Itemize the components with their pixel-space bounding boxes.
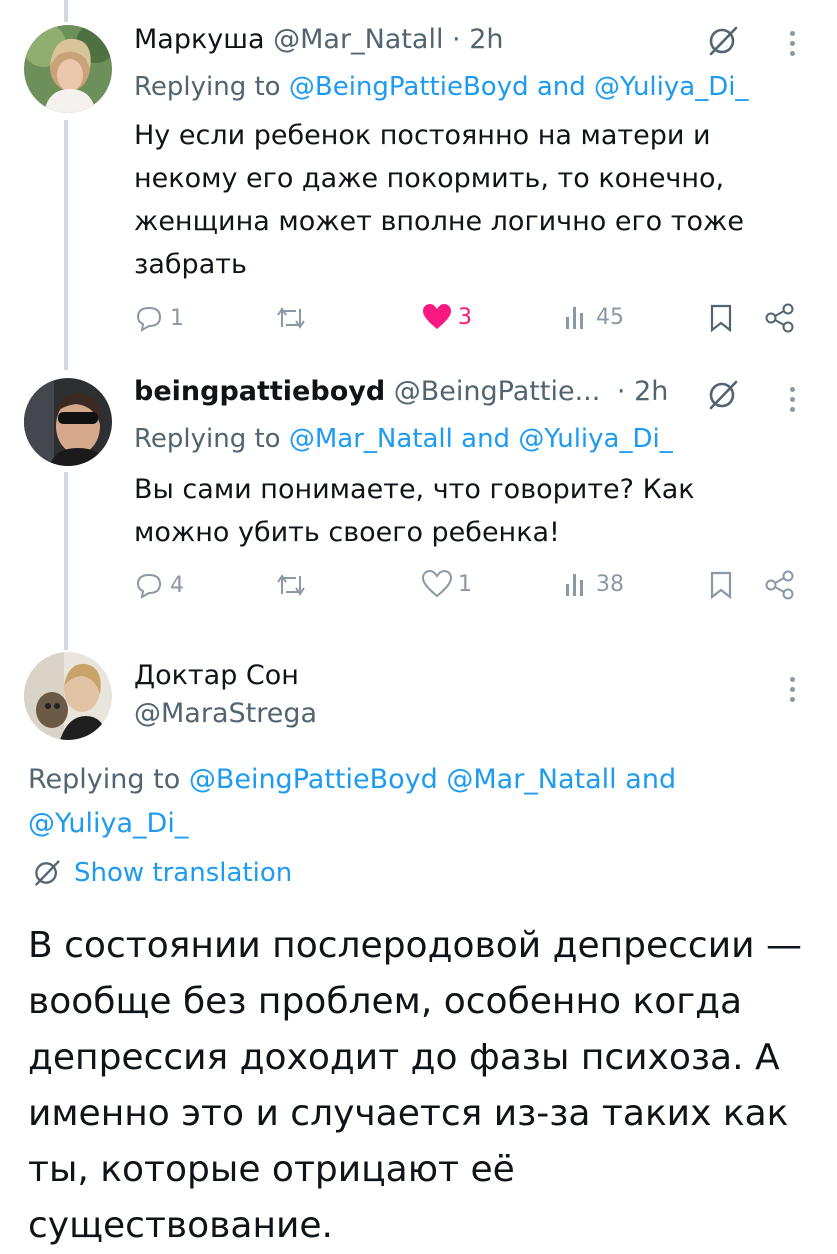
mention-link[interactable]: @BeingPattieBoyd [189, 764, 438, 795]
mention-and[interactable]: and [625, 764, 676, 795]
show-translation-label[interactable]: Show translation [74, 858, 292, 888]
replying-label: Replying to [28, 764, 181, 795]
main-tweet: Доктар Сон @MaraStrega Replying to @Bein… [0, 0, 837, 1246]
username[interactable]: @MaraStrega [134, 698, 317, 729]
translate-icon [35, 860, 60, 886]
show-translation-button[interactable]: Show translation [32, 858, 292, 888]
mention-link[interactable]: @Mar_Natall [446, 764, 616, 795]
more-icon[interactable] [787, 672, 797, 707]
mention-link[interactable]: @Yuliya_Di_ [28, 808, 188, 839]
replying-to: Replying to @BeingPattieBoyd @Mar_Natall… [28, 758, 788, 846]
tweet-text: В состоянии послеродовой депрессии — воо… [28, 925, 802, 1246]
display-name[interactable]: Доктар Сон [134, 660, 299, 691]
avatar[interactable] [24, 652, 112, 740]
